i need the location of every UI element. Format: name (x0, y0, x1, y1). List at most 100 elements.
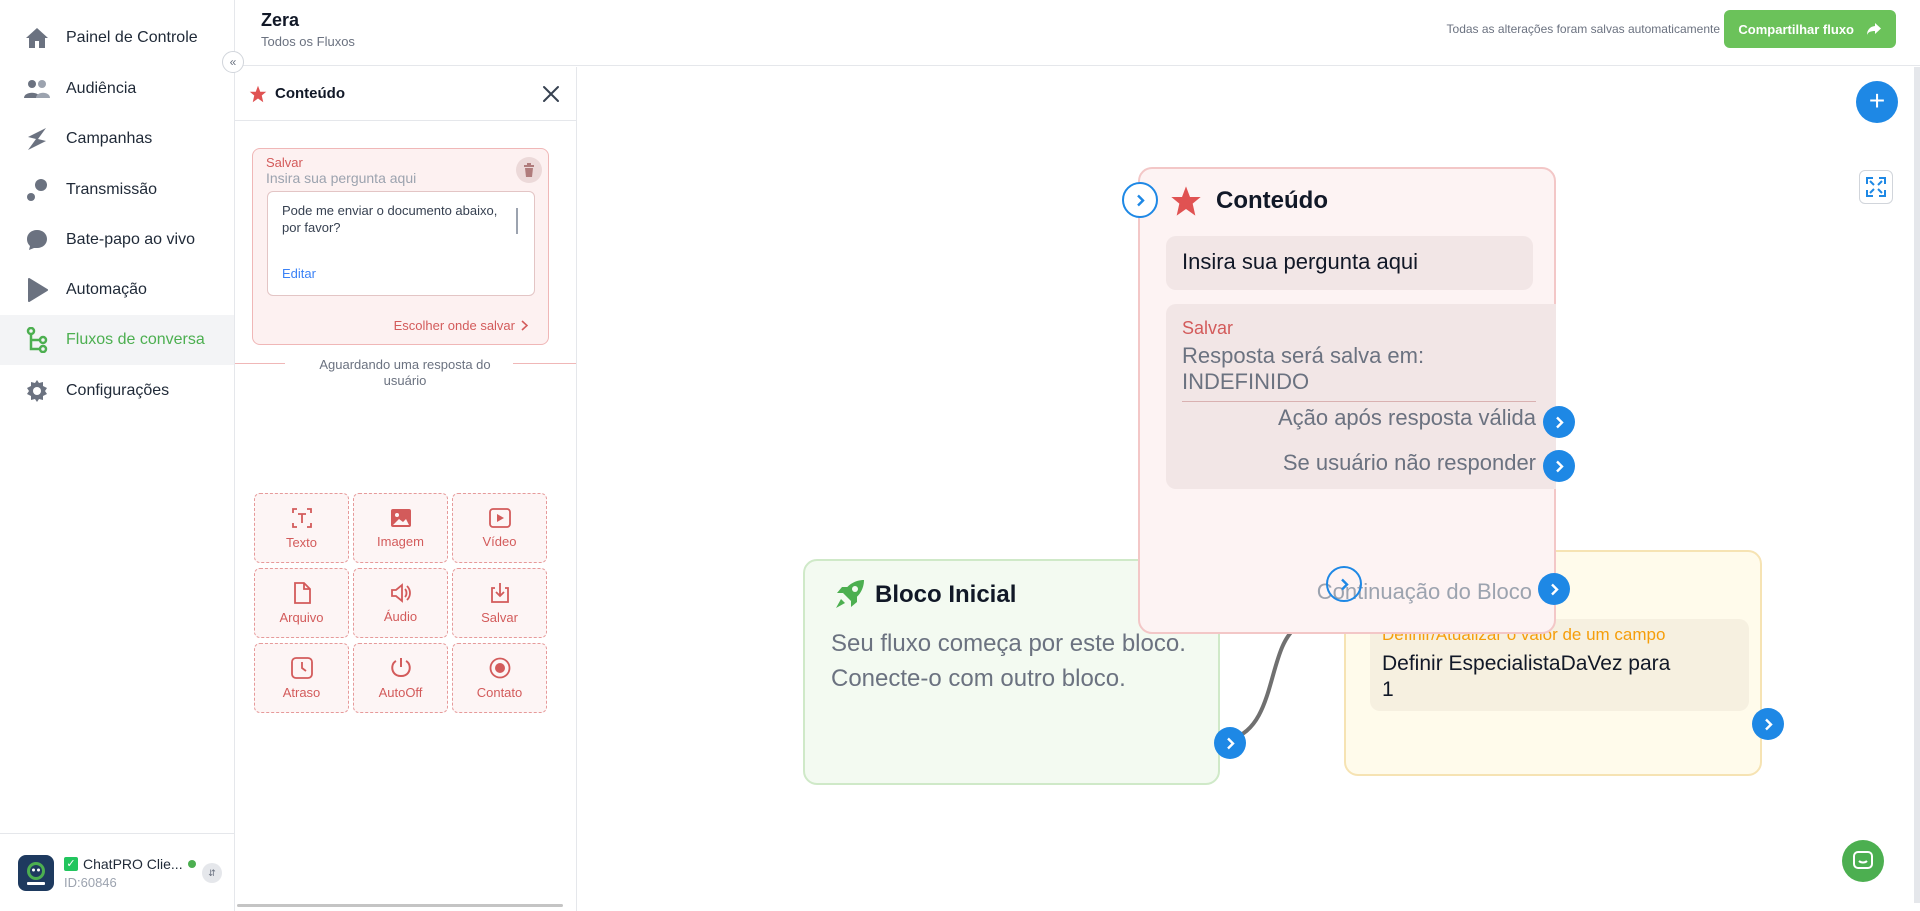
start-output-port[interactable] (1214, 727, 1246, 759)
power-icon (390, 657, 411, 677)
message-scrollbar[interactable] (516, 208, 518, 234)
tool-label: Imagem (377, 533, 424, 549)
save-box-value: Resposta será salva em: INDEFINIDO (1182, 343, 1425, 394)
sidebar: Painel de Controle Audiência Campanhas T… (0, 0, 235, 911)
flow-title: Zera (261, 10, 300, 30)
account-logo (18, 854, 54, 891)
chevron-right-icon (1340, 578, 1349, 590)
divider-line (513, 363, 576, 364)
tool-label: Texto (285, 534, 318, 550)
content-node-question[interactable]: Insira sua pergunta aqui (1166, 236, 1533, 290)
panel-horizontal-scrollbar[interactable] (237, 904, 563, 907)
chevron-right-icon (1136, 194, 1145, 206)
tool-label: Arquivo (279, 609, 324, 625)
audio-icon (390, 582, 411, 603)
collapse-sidebar-button[interactable]: « (222, 51, 244, 73)
tool-image-button[interactable]: Imagem (353, 493, 448, 563)
connection-edge (1230, 625, 1299, 741)
question-input[interactable]: Insira sua pergunta aqui (266, 170, 416, 186)
fit-view-button[interactable] (1859, 170, 1893, 204)
set-field-output-port[interactable] (1752, 708, 1784, 740)
set-field-input-port[interactable] (1326, 566, 1362, 602)
users-icon (24, 76, 50, 102)
play-icon (24, 277, 50, 303)
continuation-output-port[interactable] (1538, 573, 1570, 605)
tool-video-button[interactable]: Vídeo (452, 493, 547, 563)
save-box-label: Salvar (1182, 318, 1234, 338)
account-switcher[interactable]: ✓ ChatPRO Clie... ID:60846 ⇵ (0, 833, 234, 911)
share-icon (1867, 23, 1881, 35)
tool-text-button[interactable]: Texto (254, 493, 349, 563)
campaigns-icon (24, 126, 50, 152)
tool-save-button[interactable]: Salvar (452, 568, 547, 638)
share-flow-label: Compartilhar fluxo (1738, 21, 1854, 37)
sidebar-item-label: Automação (66, 281, 147, 298)
block-editor-panel: Conteúdo Salvar Insira sua pergunta aqui… (235, 67, 577, 911)
sidebar-item-dashboard[interactable]: Painel de Controle (0, 13, 234, 63)
flow-canvas[interactable]: Bloco Inicial Seu fluxo começa por este … (577, 67, 1920, 911)
chevron-right-icon (1555, 416, 1564, 428)
valid-response-output-port[interactable] (1543, 406, 1575, 438)
no-reply-output-port[interactable] (1543, 450, 1575, 482)
support-chat-button[interactable] (1842, 840, 1884, 882)
add-block-button[interactable]: + (1856, 81, 1898, 123)
verified-icon: ✓ (64, 856, 78, 871)
tool-contact-button[interactable]: Contato (452, 643, 547, 713)
chevron-right-icon (1550, 583, 1559, 595)
chevron-up-down-icon[interactable]: ⇵ (202, 863, 222, 883)
sidebar-item-audience[interactable]: Audiência (0, 64, 234, 114)
sidebar-item-flows[interactable]: Fluxos de conversa (0, 315, 234, 365)
share-flow-button[interactable]: Compartilhar fluxo (1724, 10, 1896, 48)
save-status: Todas as alterações foram salvas automat… (1446, 22, 1720, 36)
tool-autooff-button[interactable]: AutoOff (353, 643, 448, 713)
action-valid-label: Ação após resposta válida (1277, 405, 1536, 430)
tool-label: Vídeo (482, 533, 517, 549)
sidebar-item-label: Fluxos de conversa (66, 331, 205, 348)
content-tools-grid: Texto Imagem Vídeo Arquivo Áudio Salvar … (254, 493, 547, 713)
awaiting-response-text: Aguardando uma resposta do usuário (319, 357, 491, 388)
canvas-scrollbar[interactable] (1914, 67, 1920, 903)
panel-header: Conteúdo (235, 67, 576, 121)
tool-label: Contato (476, 684, 523, 700)
star-icon (249, 85, 267, 102)
sidebar-item-settings[interactable]: Configurações (0, 366, 234, 416)
message-text: Pode me enviar o documento abaixo, por f… (282, 203, 498, 235)
message-box[interactable]: Pode me enviar o documento abaixo, por f… (267, 191, 535, 296)
content-node[interactable]: Conteúdo Insira sua pergunta aqui Salvar… (1138, 167, 1556, 634)
tool-audio-button[interactable]: Áudio (353, 568, 448, 638)
edit-link[interactable]: Editar (282, 266, 316, 281)
close-icon[interactable] (540, 83, 562, 105)
choose-save-location-link[interactable]: Escolher onde salvar (394, 318, 528, 333)
file-icon (293, 581, 311, 604)
star-icon (1171, 186, 1201, 216)
text-icon (291, 507, 312, 528)
sidebar-item-live-chat[interactable]: Bate-papo ao vivo (0, 215, 234, 265)
contact-icon (489, 657, 510, 678)
choose-save-label: Escolher onde salvar (393, 318, 515, 333)
tool-file-button[interactable]: Arquivo (254, 568, 349, 638)
rocket-icon (836, 580, 864, 608)
delete-button[interactable] (516, 157, 542, 183)
home-icon (24, 25, 50, 51)
sidebar-item-broadcast[interactable]: Transmissão (0, 165, 234, 215)
online-status-dot (187, 859, 196, 868)
chat-icon (1853, 851, 1873, 869)
content-input-port[interactable] (1122, 182, 1158, 218)
video-icon (488, 507, 511, 528)
save-card-label: Salvar (266, 155, 303, 170)
trash-icon (524, 163, 534, 177)
breadcrumb[interactable]: Todos os Fluxos (261, 34, 355, 49)
tool-delay-button[interactable]: Atraso (254, 643, 349, 713)
save-icon (490, 582, 509, 603)
sidebar-item-automation[interactable]: Automação (0, 265, 234, 315)
sidebar-item-campaigns[interactable]: Campanhas (0, 114, 234, 164)
tool-label: Atraso (282, 684, 321, 700)
chevron-right-icon (521, 320, 528, 331)
sidebar-item-label: Painel de Controle (66, 29, 198, 46)
sidebar-item-label: Campanhas (66, 130, 153, 147)
panel-title: Conteúdo (275, 85, 345, 102)
tool-label: Áudio (383, 608, 418, 624)
broadcast-icon (24, 177, 50, 203)
content-node-save-box[interactable]: Salvar Resposta será salva em: INDEFINID… (1166, 304, 1556, 489)
save-question-card: Salvar Insira sua pergunta aqui Pode me … (252, 148, 549, 345)
